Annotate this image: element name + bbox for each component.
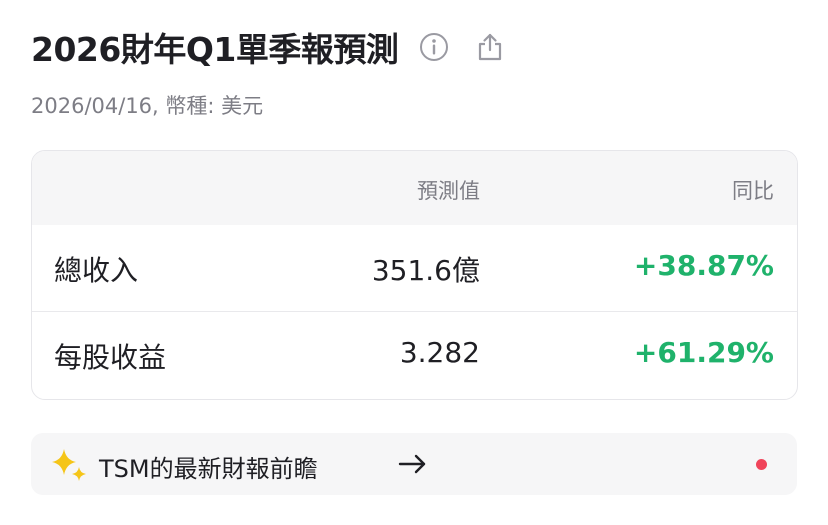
row-label: 每股收益	[54, 341, 167, 374]
sparkle-icon	[49, 445, 89, 485]
header-row: 2026財年Q1單季報預測	[31, 24, 506, 70]
share-icon[interactable]	[474, 31, 506, 63]
column-header-yoy: 同比	[732, 179, 774, 203]
arrow-right-icon	[397, 451, 429, 477]
column-header-forecast: 預測值	[417, 179, 480, 203]
earnings-preview-banner[interactable]: TSM的最新財報前瞻	[31, 433, 797, 495]
page-title: 2026財年Q1單季報預測	[31, 30, 399, 69]
yoy-change: +38.87%	[633, 249, 774, 282]
table-row-eps: 每股收益 3.282 +61.29%	[32, 311, 797, 398]
row-label: 總收入	[54, 254, 139, 287]
table-row-revenue: 總收入 351.6億 +38.87%	[32, 225, 797, 311]
notification-dot	[756, 459, 767, 470]
forecast-table: 預測值 同比 總收入 351.6億 +38.87% 每股收益 3.282 +61…	[31, 150, 798, 400]
banner-text: TSM的最新財報前瞻	[99, 455, 318, 483]
table-header: 預測值 同比	[32, 151, 797, 225]
date-currency-subtitle: 2026/04/16, 幣種: 美元	[31, 94, 264, 118]
forecast-value: 3.282	[399, 336, 480, 369]
yoy-change: +61.29%	[633, 336, 774, 369]
info-icon[interactable]	[418, 31, 450, 63]
forecast-value: 351.6億	[371, 254, 480, 287]
